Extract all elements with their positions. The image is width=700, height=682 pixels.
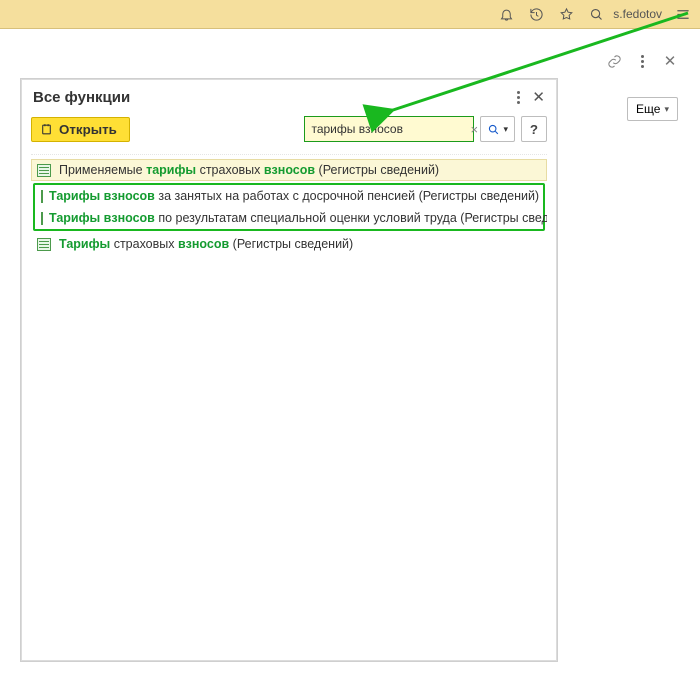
open-button-label: Открыть <box>59 122 117 137</box>
search-input[interactable] <box>309 120 468 138</box>
list-item[interactable]: Тарифы страховых взносов (Регистры сведе… <box>31 233 547 255</box>
panel-title: Все функции <box>33 89 130 106</box>
search-icon[interactable] <box>587 5 605 23</box>
star-icon[interactable] <box>557 5 575 23</box>
username-label: s.fedotov <box>613 7 662 21</box>
highlighted-group: Тарифы взносов за занятых на работах с д… <box>33 183 545 231</box>
caret-down-icon: ▾ <box>664 104 669 115</box>
close-icon[interactable]: ✕ <box>662 53 678 69</box>
search-menu-button[interactable]: ▾ <box>480 116 515 142</box>
panel-kebab-icon[interactable] <box>517 91 520 104</box>
open-icon <box>40 123 53 136</box>
register-icon <box>37 238 51 251</box>
open-button[interactable]: Открыть <box>31 117 130 142</box>
search-field-wrap: × <box>304 116 474 142</box>
window-controls: ✕ <box>606 53 678 69</box>
list-item[interactable]: Тарифы взносов по результатам специально… <box>35 207 543 229</box>
link-icon[interactable] <box>606 53 622 69</box>
panel-toolbar: Открыть × ▾ ? <box>31 116 547 142</box>
panel-close-icon[interactable]: ✕ <box>530 90 547 105</box>
list-item[interactable]: Тарифы взносов за занятых на работах с д… <box>35 185 543 207</box>
list-item-label: Тарифы взносов за занятых на работах с д… <box>49 189 539 203</box>
magnifier-icon <box>487 123 500 136</box>
menu-icon[interactable] <box>674 5 692 23</box>
caret-down-icon: ▾ <box>503 124 508 135</box>
all-functions-panel: Все функции ✕ Открыть × ▾ ? <box>20 78 558 662</box>
history-icon[interactable] <box>527 5 545 23</box>
list-item-label: Применяемые тарифы страховых взносов (Ре… <box>59 163 439 177</box>
topbar: s.fedotov <box>0 0 700 29</box>
bell-icon[interactable] <box>497 5 515 23</box>
list-item[interactable]: Применяемые тарифы страховых взносов (Ре… <box>31 159 547 181</box>
help-button[interactable]: ? <box>521 116 547 142</box>
clear-icon[interactable]: × <box>468 122 480 137</box>
kebab-icon[interactable] <box>634 53 650 69</box>
list-item-label: Тарифы взносов по результатам специально… <box>49 211 547 225</box>
register-icon <box>37 164 51 177</box>
more-button-label: Еще <box>636 102 660 116</box>
more-button[interactable]: Еще ▾ <box>627 97 678 121</box>
list-item-label: Тарифы страховых взносов (Регистры сведе… <box>59 237 353 251</box>
results-list: Применяемые тарифы страховых взносов (Ре… <box>31 154 547 651</box>
